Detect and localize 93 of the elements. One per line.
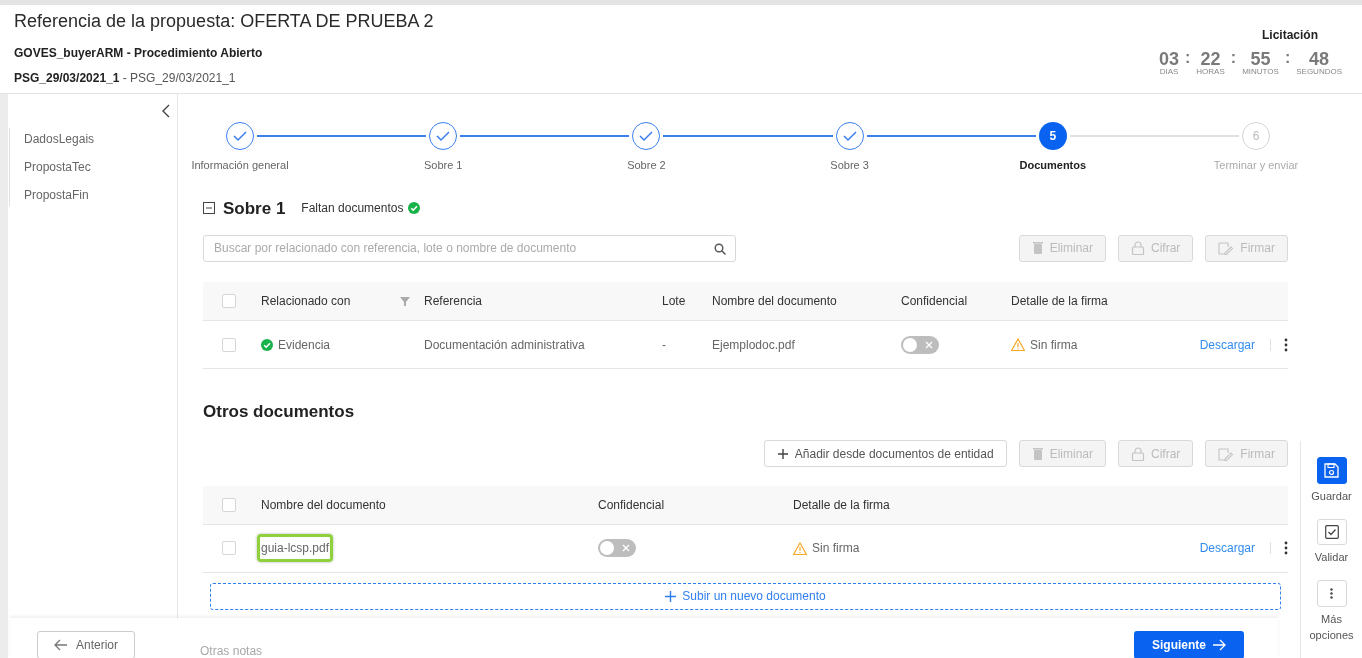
step-check-circle[interactable] <box>632 122 661 150</box>
search-field[interactable]: Buscar por relacionado con referencia, lote o nombre de documento <box>203 234 736 262</box>
check-icon <box>436 130 451 142</box>
sidebar-item[interactable]: DadosLegais <box>24 128 95 150</box>
check-icon <box>639 130 654 142</box>
page-title: Referencia de la propuesta: OFERTA DE PRUEBA 2 <box>14 11 434 33</box>
step-number[interactable]: 5 <box>1038 122 1067 150</box>
sign-icon <box>1218 446 1235 461</box>
step-label: Documentos <box>1019 158 1087 173</box>
previous-button[interactable]: Anterior <box>37 631 136 658</box>
lock-icon <box>1131 241 1145 255</box>
sidebar-item[interactable]: PropostaTec <box>24 156 91 178</box>
countdown-label: Licitación <box>1262 27 1318 44</box>
download-link[interactable]: Descargar <box>1199 335 1255 354</box>
trash-icon <box>1031 446 1044 461</box>
table-cell-text: Sin firma <box>1030 336 1078 354</box>
table-cell-text: Documentación administrativa <box>424 336 585 354</box>
step-check-circle[interactable] <box>429 122 458 150</box>
countdown-value: 22 <box>1200 50 1221 68</box>
column-header: Detalle de la firma <box>1011 293 1108 310</box>
plus-icon <box>776 447 789 460</box>
checkbox-icon <box>1324 525 1339 540</box>
button-label: Guardar <box>1311 488 1352 504</box>
column-header: Confidencial <box>901 293 968 310</box>
step-label: Información general <box>191 158 289 173</box>
column-header: Relacionado con <box>261 293 351 310</box>
more-icon[interactable] <box>1284 541 1288 555</box>
collapse-icon[interactable] <box>203 202 215 215</box>
column-header: Detalle de la firma <box>793 496 890 514</box>
column-header: Confidencial <box>598 496 665 514</box>
status-text: Faltan documentos <box>301 200 404 218</box>
button-label: Más opciones <box>1308 612 1355 644</box>
validate-button[interactable] <box>1316 518 1347 546</box>
section-title: Sobre 1 <box>223 197 286 220</box>
arrow-right-icon <box>1212 639 1226 651</box>
arrow-left-icon <box>54 639 68 651</box>
sign-icon <box>1218 241 1235 255</box>
step-label: Sobre 3 <box>830 158 869 173</box>
x-icon <box>622 544 630 552</box>
plus-icon <box>665 590 677 602</box>
warning-icon <box>1011 338 1025 351</box>
step-check-circle[interactable] <box>835 122 864 150</box>
checkbox[interactable] <box>222 294 236 308</box>
table-cell-text: Evidencia <box>278 336 331 354</box>
next-button[interactable]: Siguiente <box>1134 631 1244 658</box>
toolbar-button[interactable]: Añadir desde documentos de entidad <box>763 440 1007 467</box>
toggle-switch[interactable] <box>901 335 939 354</box>
warning-icon <box>793 541 807 555</box>
column-header: Nombre del documento <box>261 496 386 514</box>
check-icon <box>842 130 857 142</box>
step-label: Sobre 2 <box>627 158 666 173</box>
download-link[interactable]: Descargar <box>1199 539 1255 557</box>
search-icon <box>714 242 726 255</box>
checkbox[interactable] <box>222 541 236 555</box>
trash-icon <box>1031 241 1044 255</box>
more-icon <box>1330 588 1333 600</box>
table-cell-text: - <box>662 336 666 354</box>
separator: : <box>1230 50 1237 66</box>
countdown-value: 55 <box>1250 50 1271 68</box>
upload-button[interactable]: Subir un nuevo documento <box>210 582 1281 610</box>
save-button[interactable] <box>1316 457 1347 484</box>
checkbox[interactable] <box>222 497 236 512</box>
checkbox[interactable] <box>222 337 236 352</box>
countdown-value: 03 <box>1159 50 1179 68</box>
table-cell-text: Sin firma <box>812 540 860 557</box>
step-label: Sobre 1 <box>423 158 463 173</box>
step-check-circle[interactable] <box>226 122 254 150</box>
separator: : <box>1185 50 1191 66</box>
countdown-unit: MINUTOS <box>1242 68 1279 77</box>
column-header: Referencia <box>424 293 483 310</box>
column-header: Nombre del documento <box>712 293 837 310</box>
step-label: Terminar y enviar <box>1213 158 1299 173</box>
countdown-unit: SEGUNDOS <box>1296 68 1342 77</box>
reference-text: PSG_29/03/2021_1 - PSG_29/03/2021_1 <box>14 69 237 87</box>
countdown-unit: HORAS <box>1196 68 1225 77</box>
chevron-left-icon[interactable] <box>161 104 171 118</box>
lock-icon <box>1131 446 1145 461</box>
column-header: Lote <box>662 293 686 310</box>
table-cell-text: Ejemplodoc.pdf <box>712 336 795 354</box>
faded-text: Otras notas <box>200 643 263 658</box>
table-cell: guia-lcsp.pdf <box>257 534 334 562</box>
procedure-name: GOVES_buyerARM - Procedimiento Abierto <box>14 44 264 62</box>
check-icon <box>233 130 247 142</box>
countdown-unit: DIAS <box>1159 68 1179 77</box>
more-icon[interactable] <box>1284 337 1288 352</box>
filter-icon[interactable] <box>400 296 410 306</box>
separator: : <box>1284 50 1291 66</box>
toggle-switch[interactable] <box>598 539 636 557</box>
section-title: Otros documentos <box>203 401 355 423</box>
x-icon <box>925 340 933 349</box>
sidebar-item[interactable]: PropostaFin <box>24 184 89 206</box>
countdown-value: 48 <box>1309 50 1330 68</box>
button-label: Validar <box>1314 550 1349 566</box>
